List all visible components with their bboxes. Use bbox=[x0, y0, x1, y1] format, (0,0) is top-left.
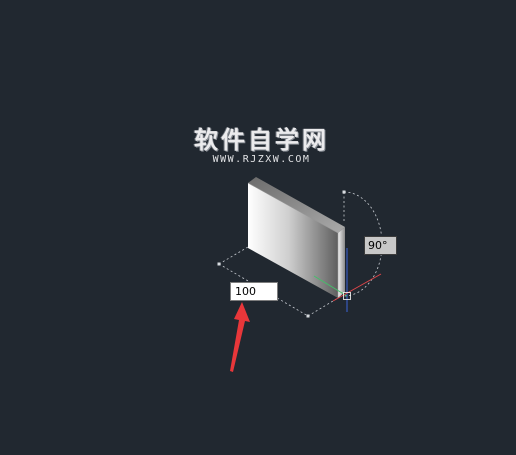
guide-line-left bbox=[218, 246, 249, 265]
box-3d-solid bbox=[247, 177, 345, 298]
drawing-viewport[interactable]: 软件自学网 WWW.RJZXW.COM 90° bbox=[0, 0, 516, 455]
grip-point[interactable] bbox=[217, 262, 221, 266]
dimension-input[interactable] bbox=[230, 282, 278, 301]
box-side-face bbox=[338, 227, 345, 298]
red-arrow-icon bbox=[230, 302, 250, 372]
grip-point[interactable] bbox=[306, 314, 310, 318]
angle-tooltip: 90° bbox=[364, 236, 397, 255]
grip-point[interactable] bbox=[342, 190, 346, 194]
drawing-canvas bbox=[217, 177, 383, 372]
